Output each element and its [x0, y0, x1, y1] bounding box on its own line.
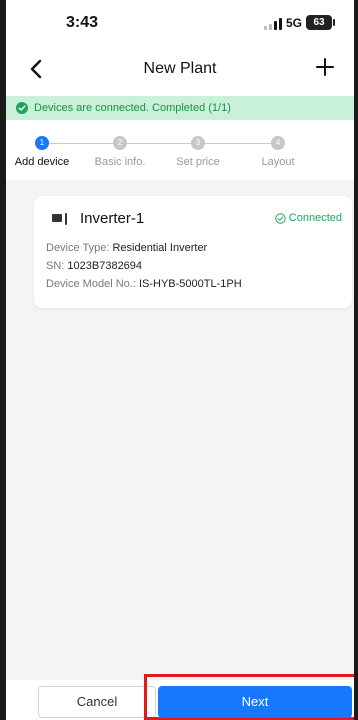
connected-label: Connected	[288, 212, 342, 224]
step-progress: 1 2 3 4 Add device Basic info. Set price…	[6, 120, 354, 180]
page-title: New Plant	[143, 60, 217, 77]
battery-level: 63	[313, 17, 325, 28]
inverter-icon	[52, 213, 67, 225]
device-model-label: Device Model No.:	[46, 278, 136, 290]
nav-bar: New Plant	[6, 44, 354, 96]
device-name: Inverter-1	[80, 210, 145, 227]
battery-icon: 63	[306, 15, 332, 30]
battery-tip	[333, 19, 335, 26]
device-model-value: IS-HYB-5000TL-1PH	[138, 278, 242, 290]
network-label: 5G	[286, 16, 303, 30]
add-icon[interactable]	[312, 54, 338, 80]
cancel-button[interactable]: Cancel	[38, 686, 156, 718]
check-circle-outline-icon	[275, 212, 286, 224]
step-label-basic-info: Basic info.	[94, 156, 146, 168]
status-time: 3:43	[66, 14, 99, 31]
sn-label: SN:	[46, 260, 65, 272]
step-4-dot: 4	[271, 136, 285, 150]
step-label-add-device: Add device	[14, 156, 70, 168]
device-model-row: Device Model No.: IS-HYB-5000TL-1PH	[46, 278, 242, 290]
device-type-row: Device Type: Residential Inverter	[46, 242, 207, 254]
next-button[interactable]: Next	[158, 686, 352, 718]
device-type-label: Device Type:	[46, 242, 110, 254]
step-label-layout: Layout	[261, 156, 295, 168]
phone-screen: 3:43 5G 63 New Plant Devices are connect…	[0, 0, 358, 720]
sn-value: 1023B7382694	[67, 260, 143, 272]
step-1-dot: 1	[35, 136, 49, 150]
device-card[interactable]: Inverter-1 Connected Device Type: Reside…	[34, 196, 352, 308]
connection-status: Connected	[275, 212, 342, 224]
serial-number-row: SN: 1023B7382694	[46, 260, 142, 272]
check-circle-icon	[16, 102, 28, 114]
step-connector-line	[42, 143, 278, 144]
step-2-dot: 2	[113, 136, 127, 150]
step-3-dot: 3	[191, 136, 205, 150]
status-bar: 3:43 5G 63	[6, 0, 354, 44]
step-label-set-price: Set price	[176, 156, 220, 168]
device-type-value: Residential Inverter	[112, 242, 208, 254]
signal-icon	[264, 18, 282, 30]
banner-text: Devices are connected. Completed (1/1)	[34, 102, 231, 114]
connection-banner: Devices are connected. Completed (1/1)	[6, 96, 354, 120]
